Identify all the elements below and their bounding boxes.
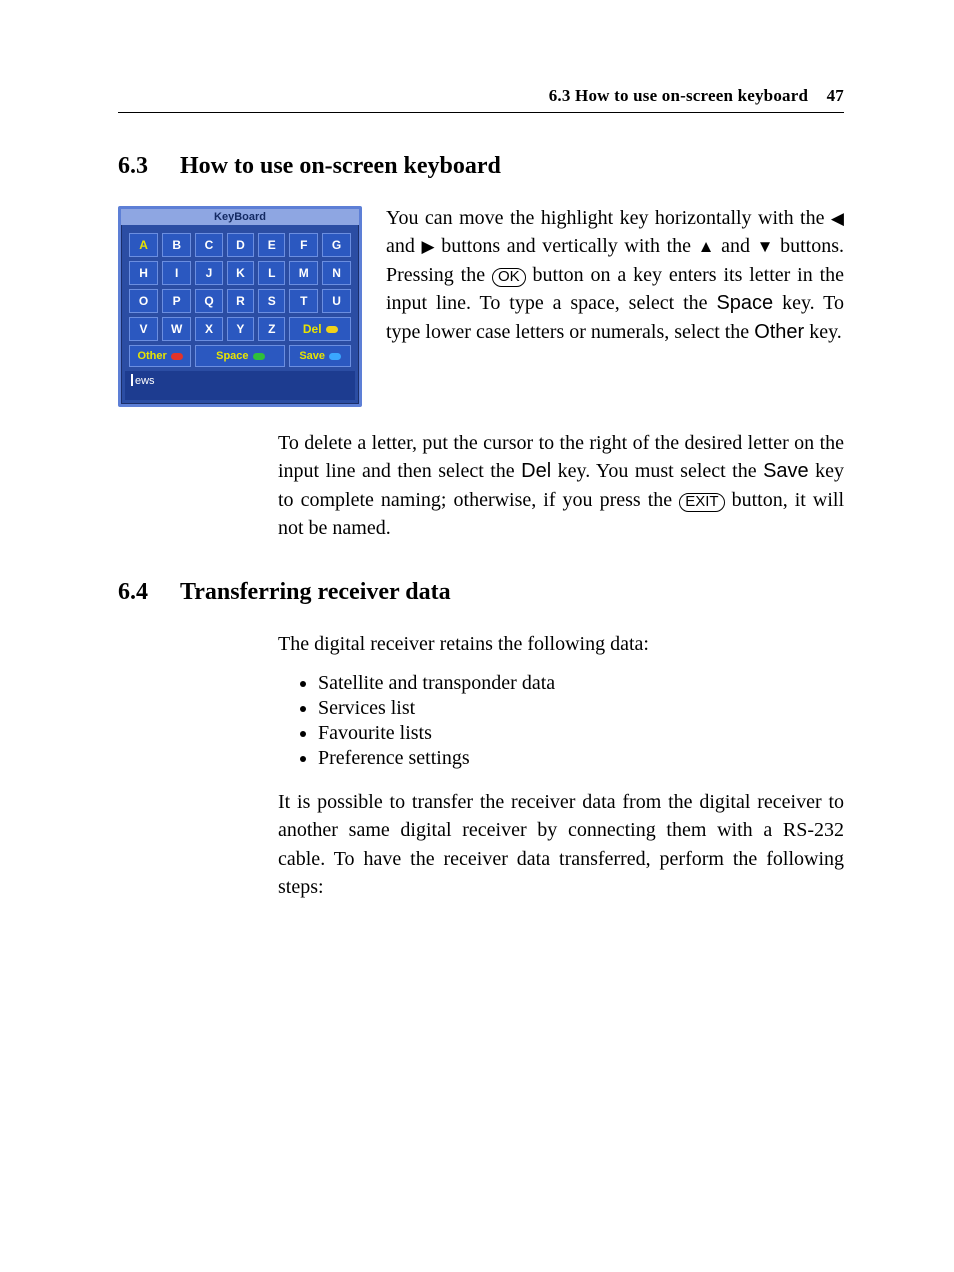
- data-list: Satellite and transponder data Services …: [118, 672, 844, 770]
- key-j: J: [195, 261, 222, 285]
- key-g: G: [322, 233, 351, 257]
- list-item: Favourite lists: [318, 722, 844, 745]
- key-other: Other: [129, 345, 191, 367]
- section-number: 6.4: [118, 579, 158, 606]
- key-k: K: [227, 261, 254, 285]
- key-m: M: [289, 261, 318, 285]
- key-y: Y: [227, 317, 254, 341]
- yellow-dot-icon: [326, 326, 338, 333]
- key-t: T: [289, 289, 318, 313]
- key-h: H: [129, 261, 158, 285]
- save-keyname: Save: [763, 460, 809, 482]
- key-z: Z: [258, 317, 285, 341]
- running-header: 6.3 How to use on-screen keyboard 47: [118, 86, 844, 106]
- key-v: V: [129, 317, 158, 341]
- triangle-up-icon: ▲: [698, 238, 715, 255]
- list-item: Services list: [318, 697, 844, 720]
- page: 6.3 How to use on-screen keyboard 47 6.3…: [0, 0, 954, 1272]
- list-item: Preference settings: [318, 747, 844, 770]
- del-keyname: Del: [521, 460, 551, 482]
- key-x: X: [195, 317, 222, 341]
- key-other-label: Other: [137, 350, 166, 362]
- page-number: 47: [827, 86, 844, 105]
- running-title: 6.3 How to use on-screen keyboard: [549, 86, 808, 105]
- key-del-label: Del: [303, 322, 322, 336]
- key-i: I: [162, 261, 191, 285]
- key-save-label: Save: [299, 350, 325, 362]
- keyboard-grid: A B C D E F G H I J K L M: [125, 229, 355, 371]
- section-title: How to use on-screen keyboard: [180, 153, 501, 180]
- section-heading-6-4: 6.4 Transferring receiver data: [118, 579, 844, 606]
- key-f: F: [289, 233, 318, 257]
- space-keyname: Space: [716, 292, 773, 314]
- paragraph-6-3b: To delete a letter, put the cursor to th…: [278, 429, 844, 543]
- onscreen-keyboard-figure: KeyBoard A B C D E F G H I J: [118, 206, 362, 407]
- key-l: L: [258, 261, 285, 285]
- triangle-down-icon: ▼: [757, 238, 774, 255]
- key-e: E: [258, 233, 285, 257]
- key-space: Space: [195, 345, 285, 367]
- section-number: 6.3: [118, 153, 158, 180]
- key-w: W: [162, 317, 191, 341]
- ok-keycap: OK: [492, 268, 526, 288]
- key-o: O: [129, 289, 158, 313]
- section-title: Transferring receiver data: [180, 579, 451, 606]
- triangle-right-icon: ▶: [422, 238, 435, 255]
- triangle-left-icon: ◀: [831, 210, 844, 227]
- keyboard-input-line: ews: [125, 371, 355, 400]
- keyboard-input-value: ews: [135, 375, 155, 387]
- header-rule: [118, 112, 844, 113]
- key-save: Save: [289, 345, 351, 367]
- key-b: B: [162, 233, 191, 257]
- key-u: U: [322, 289, 351, 313]
- paragraph-6-3a: You can move the highlight key horizonta…: [386, 204, 844, 346]
- other-keyname: Other: [754, 321, 804, 343]
- exit-keycap: EXIT: [679, 493, 724, 513]
- key-n: N: [322, 261, 351, 285]
- red-dot-icon: [171, 353, 183, 360]
- keyboard-panel: KeyBoard A B C D E F G H I J: [118, 206, 362, 407]
- green-dot-icon: [253, 353, 265, 360]
- key-d: D: [227, 233, 254, 257]
- list-item: Satellite and transponder data: [318, 672, 844, 695]
- key-space-label: Space: [216, 350, 248, 362]
- section-heading-6-3: 6.3 How to use on-screen keyboard: [118, 153, 844, 180]
- key-q: Q: [195, 289, 222, 313]
- blue-dot-icon: [329, 353, 341, 360]
- paragraph-6-4-intro: The digital receiver retains the followi…: [278, 630, 844, 658]
- key-del: Del: [289, 317, 351, 341]
- keyboard-title: KeyBoard: [121, 209, 359, 225]
- keyboard-and-text: KeyBoard A B C D E F G H I J: [118, 206, 844, 407]
- key-c: C: [195, 233, 222, 257]
- paragraph-6-4-outro: It is possible to transfer the receiver …: [278, 788, 844, 902]
- key-r: R: [227, 289, 254, 313]
- key-s: S: [258, 289, 285, 313]
- key-a: A: [129, 233, 158, 257]
- key-p: P: [162, 289, 191, 313]
